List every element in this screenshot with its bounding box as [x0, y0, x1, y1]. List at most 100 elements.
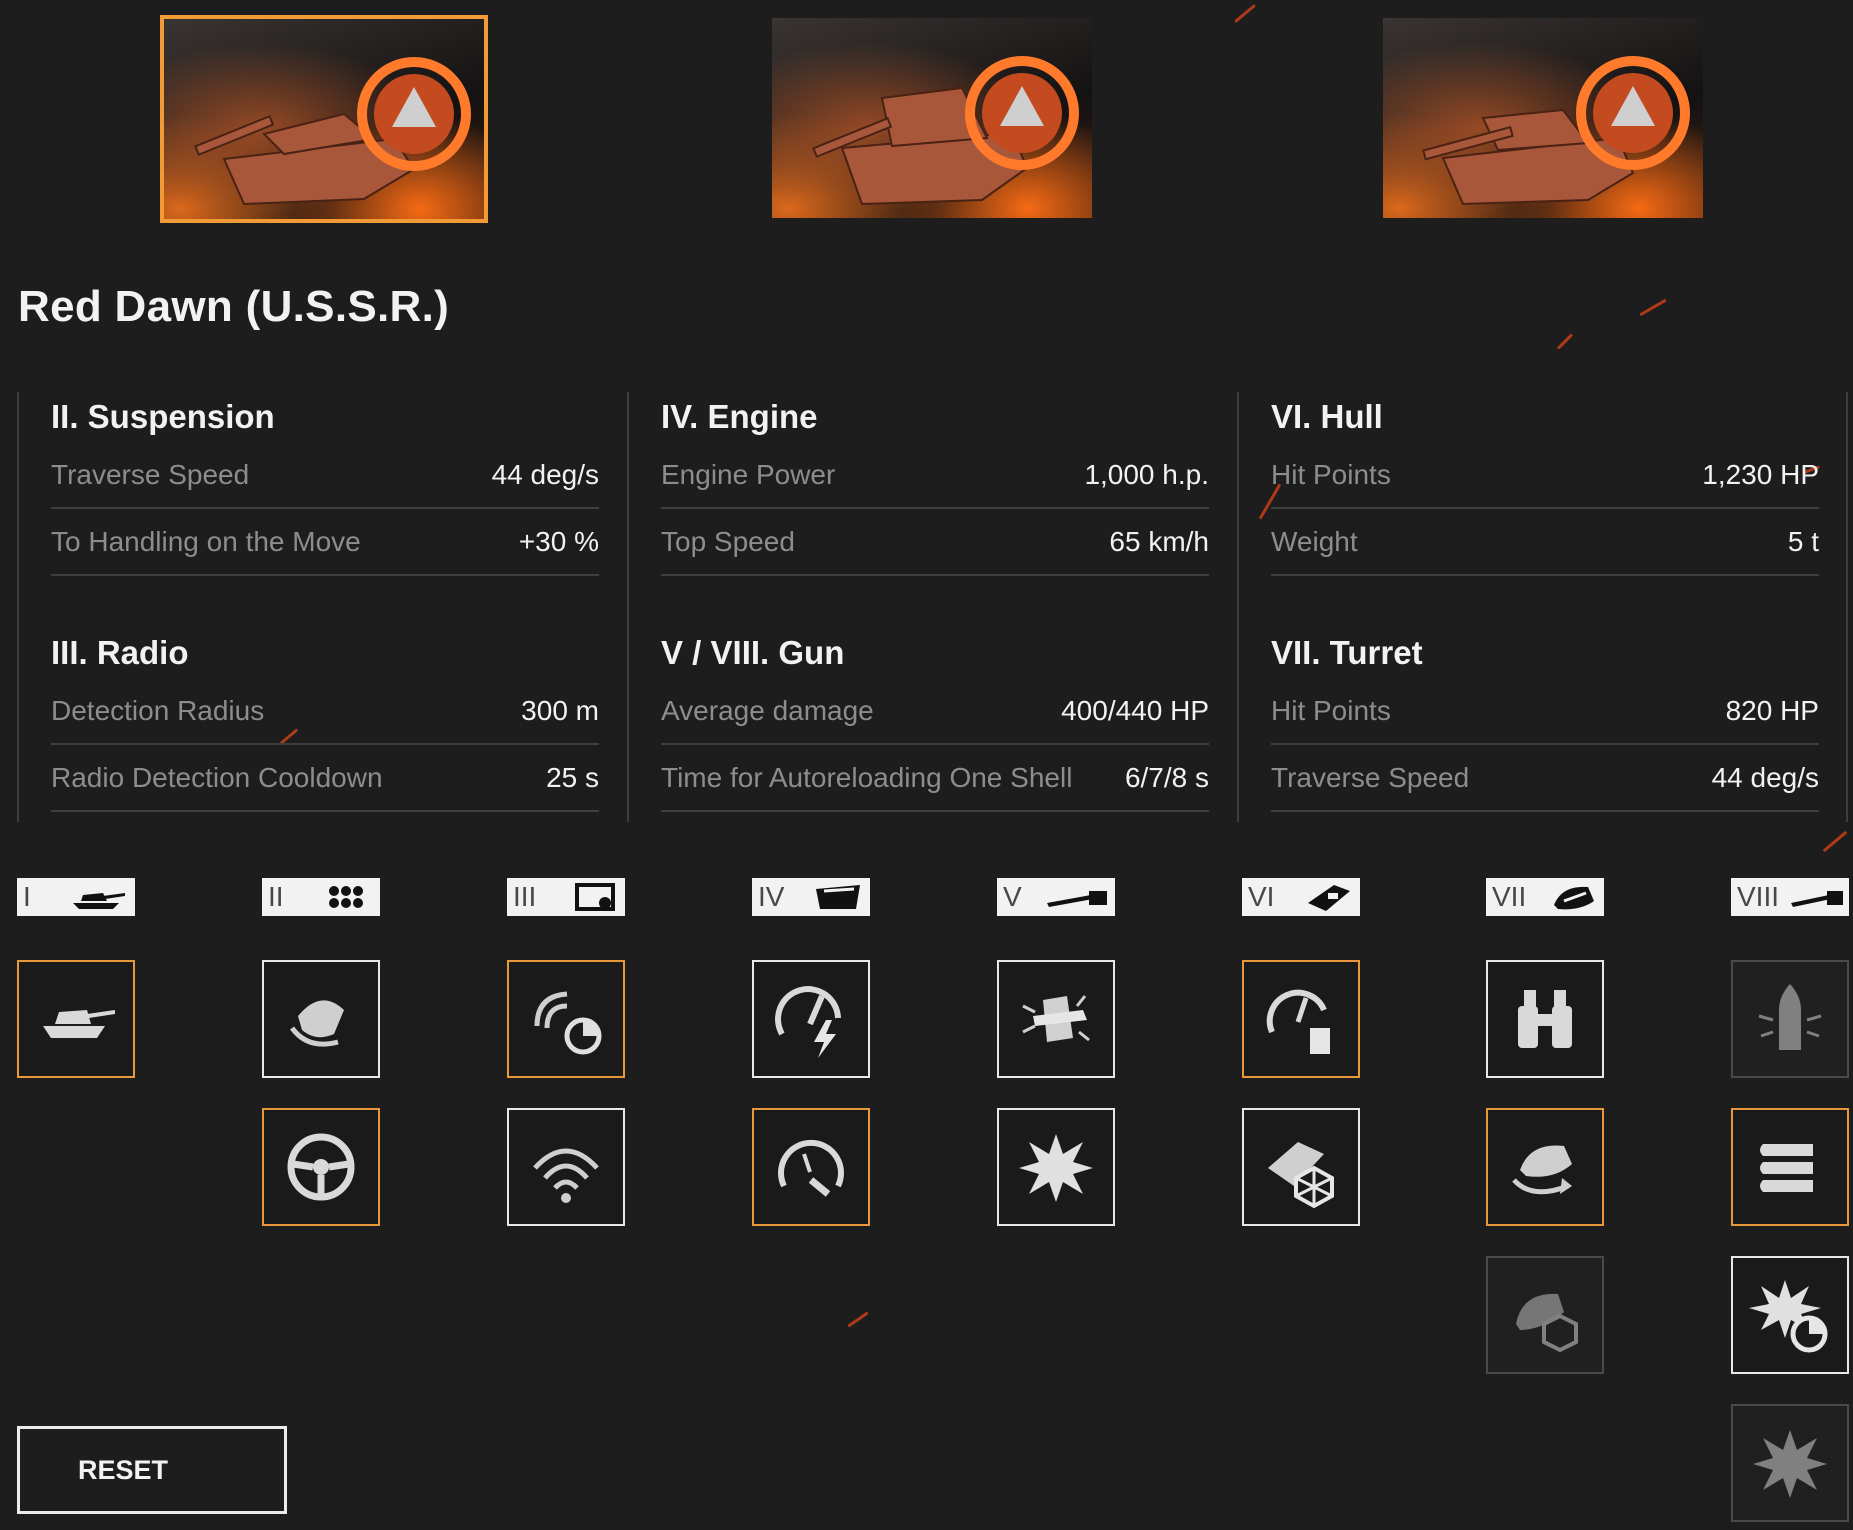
- variant-image-1[interactable]: [160, 15, 488, 223]
- radio-cooldown-icon: [534, 991, 602, 1055]
- stat-label: Traverse Speed: [51, 458, 250, 490]
- module-high-explosive[interactable]: [997, 1108, 1115, 1226]
- module-hull-weight[interactable]: [1242, 960, 1360, 1078]
- stat-value: 6/7/8 s: [1124, 761, 1209, 793]
- stat-value: 820 HP: [1725, 694, 1819, 726]
- spark: [847, 1311, 869, 1328]
- tier-numeral: IV: [758, 881, 785, 912]
- stat-value: 65 km/h: [1109, 525, 1209, 557]
- module-radio-cooldown[interactable]: [507, 960, 625, 1078]
- column-divider: [1846, 392, 1848, 822]
- explosion-icon: [1019, 1134, 1093, 1202]
- section-title: II. Suspension: [51, 398, 275, 435]
- turret-traverse-icon: [1512, 1145, 1572, 1195]
- stat-label: To Handling on the Move: [51, 525, 361, 557]
- magazine-icon: [1760, 1144, 1813, 1192]
- module-magazine[interactable]: [1731, 1108, 1849, 1226]
- stat-value: +30 %: [518, 525, 599, 557]
- tier-numeral: VI: [1248, 881, 1275, 912]
- stat-row: Hit Points 820 HP: [1271, 678, 1819, 745]
- section-title: VI. Hull: [1271, 398, 1383, 435]
- module-tank-hull[interactable]: [17, 960, 135, 1078]
- stat-value: 5 t: [1787, 525, 1819, 557]
- tank-emblem-icon: [812, 56, 1079, 206]
- stat-label: Time for Autoreloading One Shell: [661, 761, 1073, 793]
- stats-column-1: II. Suspension Traverse Speed 44 deg/s To…: [17, 392, 629, 822]
- stat-label: Detection Radius: [51, 694, 265, 726]
- page-title: Red Dawn (U.S.S.R.): [18, 282, 450, 331]
- module-high-explosive[interactable]: [1731, 1404, 1849, 1522]
- stat-label: Top Speed: [661, 525, 795, 557]
- module-shell[interactable]: [1731, 960, 1849, 1078]
- module-engine-power[interactable]: [752, 960, 870, 1078]
- module-hull-armor[interactable]: [1242, 1108, 1360, 1226]
- module-suspension-traverse[interactable]: [262, 960, 380, 1078]
- stats-section-hull: VI. Hull Hit Points 1,230 HP Weight 5 t: [1271, 392, 1819, 576]
- gun-icon: [1047, 891, 1107, 907]
- section-title: VII. Turret: [1271, 634, 1423, 671]
- stat-row: Radio Detection Cooldown 25 s: [51, 745, 599, 812]
- tier-header: I: [17, 878, 135, 916]
- stat-value: 44 deg/s: [1711, 761, 1819, 793]
- stat-row: Weight 5 t: [1271, 509, 1819, 576]
- stats-section-radio: III. Radio Detection Radius 300 m Radio D…: [51, 628, 599, 812]
- stat-label: Hit Points: [1271, 694, 1391, 726]
- tier-numeral: II: [268, 881, 284, 912]
- stat-row: Traverse Speed 44 deg/s: [51, 442, 599, 509]
- tank-hull-icon: [43, 1010, 115, 1038]
- tank-emblem-icon: [194, 57, 471, 206]
- module-binoculars[interactable]: [1486, 960, 1604, 1078]
- spark: [1234, 3, 1256, 24]
- radio-range-icon: [533, 1148, 599, 1203]
- tier-numeral: VII: [1492, 881, 1527, 912]
- stats-section-turret: VII. Turret Hit Points 820 HP Traverse Sp…: [1271, 628, 1819, 812]
- stat-label: Average damage: [661, 694, 874, 726]
- variant-image-3[interactable]: [1383, 18, 1703, 218]
- binoculars-icon: [1518, 990, 1572, 1048]
- stat-value: 400/440 HP: [1061, 694, 1209, 726]
- tank-emblem-icon: [1422, 56, 1690, 206]
- stats-section-engine: IV. Engine Engine Power 1,000 h.p. Top Sp…: [661, 392, 1209, 576]
- module-turret-traverse[interactable]: [1486, 1108, 1604, 1226]
- spark: [1639, 298, 1667, 317]
- module-steering[interactable]: [262, 1108, 380, 1226]
- explosion-icon: [1753, 1430, 1827, 1498]
- hull-weight-icon: [1266, 989, 1330, 1054]
- stat-label: Traverse Speed: [1271, 761, 1470, 793]
- stats-section-suspension: II. Suspension Traverse Speed 44 deg/s To…: [51, 392, 599, 576]
- stats-section-gun: V / VIII. Gun Average damage 400/440 HP T…: [661, 628, 1209, 812]
- stat-row: Hit Points 1,230 HP: [1271, 442, 1819, 509]
- stat-row: To Handling on the Move +30 %: [51, 509, 599, 576]
- tier-numeral: III: [513, 881, 537, 912]
- module-radio-range[interactable]: [507, 1108, 625, 1226]
- spark: [1556, 333, 1574, 350]
- stats-column-2: IV. Engine Engine Power 1,000 h.p. Top Sp…: [627, 392, 1239, 822]
- engine-power-icon: [775, 986, 841, 1058]
- module-reload-burst[interactable]: [1731, 1256, 1849, 1374]
- tier-header: III: [507, 878, 625, 916]
- stat-row: Average damage 400/440 HP: [661, 678, 1209, 745]
- gun-icon: [1791, 891, 1843, 907]
- variant-image-2[interactable]: [772, 18, 1092, 218]
- stat-row: Detection Radius 300 m: [51, 678, 599, 745]
- suspension-traverse-icon: [289, 1000, 344, 1047]
- steering-wheel-icon: [287, 1133, 355, 1201]
- tier-header: VII: [1486, 878, 1604, 916]
- tier-header: VIII: [1731, 878, 1849, 916]
- stat-row: Traverse Speed 44 deg/s: [1271, 745, 1819, 812]
- spark: [1822, 830, 1848, 853]
- stat-value: 1,000 h.p.: [1084, 458, 1209, 490]
- tank-icon: [73, 893, 125, 909]
- module-top-speed[interactable]: [752, 1108, 870, 1226]
- stat-row: Top Speed 65 km/h: [661, 509, 1209, 576]
- reset-button[interactable]: RESET: [17, 1426, 287, 1514]
- stat-label: Weight: [1271, 525, 1358, 557]
- tier-header: VI: [1242, 878, 1360, 916]
- tier-header: V: [997, 878, 1115, 916]
- section-title: V / VIII. Gun: [661, 634, 845, 671]
- module-turret-armor[interactable]: [1486, 1256, 1604, 1374]
- stats-column-3: VI. Hull Hit Points 1,230 HP Weight 5 t VI…: [1237, 392, 1849, 822]
- radio-icon: [575, 883, 615, 911]
- shell-icon: [1758, 984, 1822, 1050]
- module-armor-piercing[interactable]: [997, 960, 1115, 1078]
